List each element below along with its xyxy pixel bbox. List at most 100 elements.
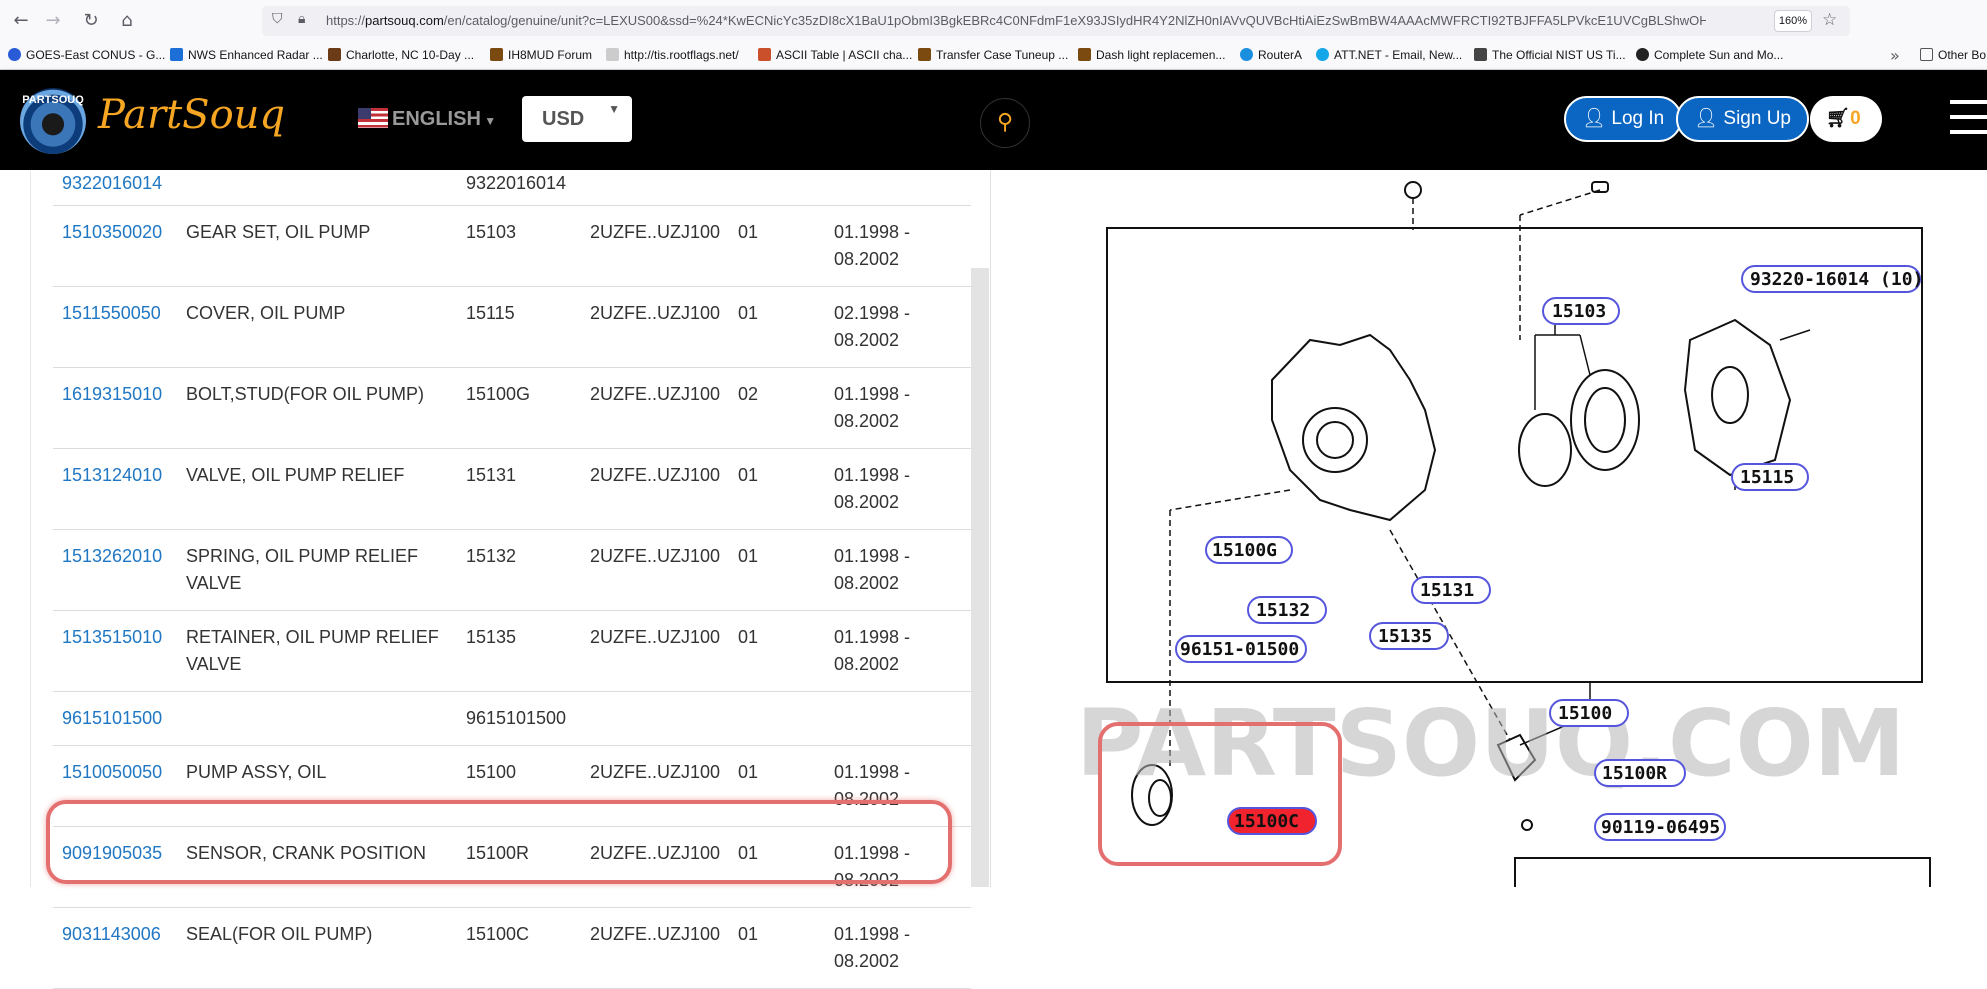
- part-number-link[interactable]: 1619315010: [53, 367, 177, 449]
- bookmark-star-icon[interactable]: ☆: [1822, 10, 1837, 30]
- language-selector[interactable]: ENGLISH ▼: [358, 108, 496, 131]
- shield-icon[interactable]: ⛉: [272, 11, 283, 27]
- part-number-link[interactable]: 1511550050: [53, 286, 177, 368]
- bookmark-item[interactable]: GOES-East CONUS - G...: [8, 48, 165, 62]
- part-date: 01.1998 - 08.2002: [824, 205, 971, 287]
- callout-label[interactable]: 96151-01500: [1180, 639, 1299, 660]
- currency-label: USD: [542, 108, 585, 130]
- part-model: 2UZFE..UZJ100: [580, 907, 729, 989]
- bookmark-item[interactable]: Dash light replacemen...: [1078, 48, 1225, 62]
- home-icon[interactable]: ⌂: [114, 8, 140, 34]
- part-qty: 02: [728, 367, 825, 449]
- table-row[interactable]: 9322016014 9322016014: [53, 162, 971, 206]
- part-number-link[interactable]: 9031143006: [53, 907, 177, 989]
- lock-icon[interactable]: 🔒︎: [298, 11, 305, 27]
- search-icon[interactable]: ⚲: [980, 98, 1030, 148]
- bookmark-item[interactable]: IH8MUD Forum: [490, 48, 592, 62]
- part-date: 01.1998 - 08.2002: [824, 610, 971, 692]
- part-code: 15100G: [456, 367, 581, 449]
- part-number-link[interactable]: 1510350020: [53, 205, 177, 287]
- bookmark-label: RouterA: [1258, 48, 1303, 62]
- bookmark-item[interactable]: Complete Sun and Mo...: [1636, 48, 1783, 62]
- part-code: 15131: [456, 448, 581, 530]
- part-code: 9322016014: [456, 162, 581, 206]
- callout-label-selected[interactable]: 15100C: [1234, 811, 1299, 832]
- part-number-link[interactable]: 1513124010: [53, 448, 177, 530]
- callout-label[interactable]: 15131: [1420, 580, 1474, 601]
- part-number-link[interactable]: 9322016014: [53, 162, 177, 206]
- bookmark-item[interactable]: The Official NIST US Ti...: [1474, 48, 1626, 62]
- part-model: [580, 162, 729, 206]
- us-flag-icon: [358, 108, 388, 128]
- url-bar[interactable]: ⛉ 🔒︎ https://partsouq.com/en/catalog/gen…: [262, 6, 1850, 36]
- signup-button[interactable]: 👤︎ Sign Up: [1676, 96, 1810, 142]
- part-code: 15115: [456, 286, 581, 368]
- site-header: PARTSOUQ PartSouq ENGLISH ▼ USD ▼ ⚲ 👤︎ Lo…: [0, 70, 1987, 170]
- callout-label[interactable]: 15100G: [1212, 540, 1277, 561]
- table-row[interactable]: 1513124010 VALVE, OIL PUMP RELIEF 15131 2UZ…: [53, 448, 971, 530]
- pump-body-shape: [1271, 333, 1437, 522]
- logo-icon[interactable]: PARTSOUQ: [20, 88, 86, 154]
- forum-icon: [918, 48, 931, 61]
- part-name: [176, 691, 457, 746]
- part-qty: 01: [728, 205, 825, 287]
- forum-icon: [1078, 48, 1091, 61]
- part-date: 01.1998 - 08.2002: [824, 529, 971, 611]
- table-row[interactable]: 9615101500 9615101500: [53, 691, 971, 746]
- callout-label[interactable]: 90119-06495: [1601, 817, 1720, 838]
- bookmark-item[interactable]: Charlotte, NC 10-Day ...: [328, 48, 474, 62]
- callout-label[interactable]: 15100R: [1602, 763, 1667, 784]
- bookmark-item[interactable]: NWS Enhanced Radar ...: [170, 48, 323, 62]
- diagram-frame-lower: [1514, 857, 1931, 887]
- cart-count: 0: [1850, 108, 1861, 129]
- url-prefix: https://: [326, 13, 366, 28]
- bookmark-label: GOES-East CONUS - G...: [26, 48, 166, 62]
- cart-button[interactable]: 🛒︎0: [1810, 96, 1882, 142]
- part-qty: 01: [728, 907, 825, 989]
- callout-label[interactable]: 15103: [1552, 301, 1606, 322]
- bookmark-label: Charlotte, NC 10-Day ...: [346, 48, 475, 62]
- table-row[interactable]: 1511550050 COVER, OIL PUMP 15115 2UZFE..UZJ…: [53, 286, 971, 368]
- part-name: RETAINER, OIL PUMP RELIEF VALVE: [176, 610, 457, 692]
- other-bookmarks[interactable]: Other Bo: [1920, 48, 1986, 62]
- callout-label[interactable]: 15132: [1256, 600, 1310, 621]
- part-model: 2UZFE..UZJ100: [580, 205, 729, 287]
- part-number-link[interactable]: 1513262010: [53, 529, 177, 611]
- part-name: COVER, OIL PUMP: [176, 286, 457, 368]
- table-row[interactable]: 1619315010 BOLT,STUD(FOR OIL PUMP) 15100G 2…: [53, 367, 971, 449]
- zoom-indicator[interactable]: 160%: [1774, 10, 1812, 32]
- logo-text[interactable]: PartSouq: [98, 92, 285, 138]
- table-row[interactable]: 1513262010 SPRING, OIL PUMP RELIEF VALVE 1…: [53, 529, 971, 611]
- part-number-link[interactable]: 1513515010: [53, 610, 177, 692]
- bookmark-item[interactable]: ASCII Table | ASCII cha...: [758, 48, 912, 62]
- part-qty: [728, 162, 825, 206]
- callout-label[interactable]: 93220-16014 (10): [1750, 269, 1923, 290]
- bookmark-item[interactable]: Transfer Case Tuneup ...: [918, 48, 1068, 62]
- bookmark-item[interactable]: ATT.NET - Email, New...: [1316, 48, 1462, 62]
- sun-icon: [1636, 48, 1649, 61]
- part-date: 01.1998 - 08.2002: [824, 367, 971, 449]
- bookmark-item[interactable]: RouterA: [1240, 48, 1302, 62]
- forward-icon[interactable]: →: [40, 8, 66, 34]
- scrollbar[interactable]: [971, 268, 989, 887]
- table-row[interactable]: 9031143006 SEAL(FOR OIL PUMP) 15100C 2UZFE.…: [53, 907, 971, 989]
- menu-icon[interactable]: [1950, 100, 1987, 140]
- table-row[interactable]: 1513515010 RETAINER, OIL PUMP RELIEF VALV…: [53, 610, 971, 692]
- part-number-link[interactable]: 9615101500: [53, 691, 177, 746]
- chevron-right-icon[interactable]: »: [1890, 46, 1900, 65]
- url-text[interactable]: https://partsouq.com/en/catalog/genuine/…: [326, 13, 1706, 28]
- callout-label[interactable]: 15115: [1740, 467, 1794, 488]
- callout-label[interactable]: 15135: [1378, 626, 1432, 647]
- reload-icon[interactable]: ↻: [78, 8, 104, 34]
- nist-icon: [1474, 48, 1487, 61]
- part-qty: [728, 691, 825, 746]
- part-model: [580, 691, 729, 746]
- callout-label[interactable]: 15100: [1558, 703, 1612, 724]
- back-icon[interactable]: ←: [8, 8, 34, 34]
- part-qty: 01: [728, 448, 825, 530]
- currency-select[interactable]: USD ▼: [522, 96, 632, 142]
- bookmark-item[interactable]: http://tis.rootflags.net/: [606, 48, 739, 62]
- part-date: [824, 691, 971, 746]
- table-row[interactable]: 1510350020 GEAR SET, OIL PUMP 15103 2UZFE..…: [53, 205, 971, 287]
- login-button[interactable]: 👤︎ Log In: [1564, 96, 1683, 142]
